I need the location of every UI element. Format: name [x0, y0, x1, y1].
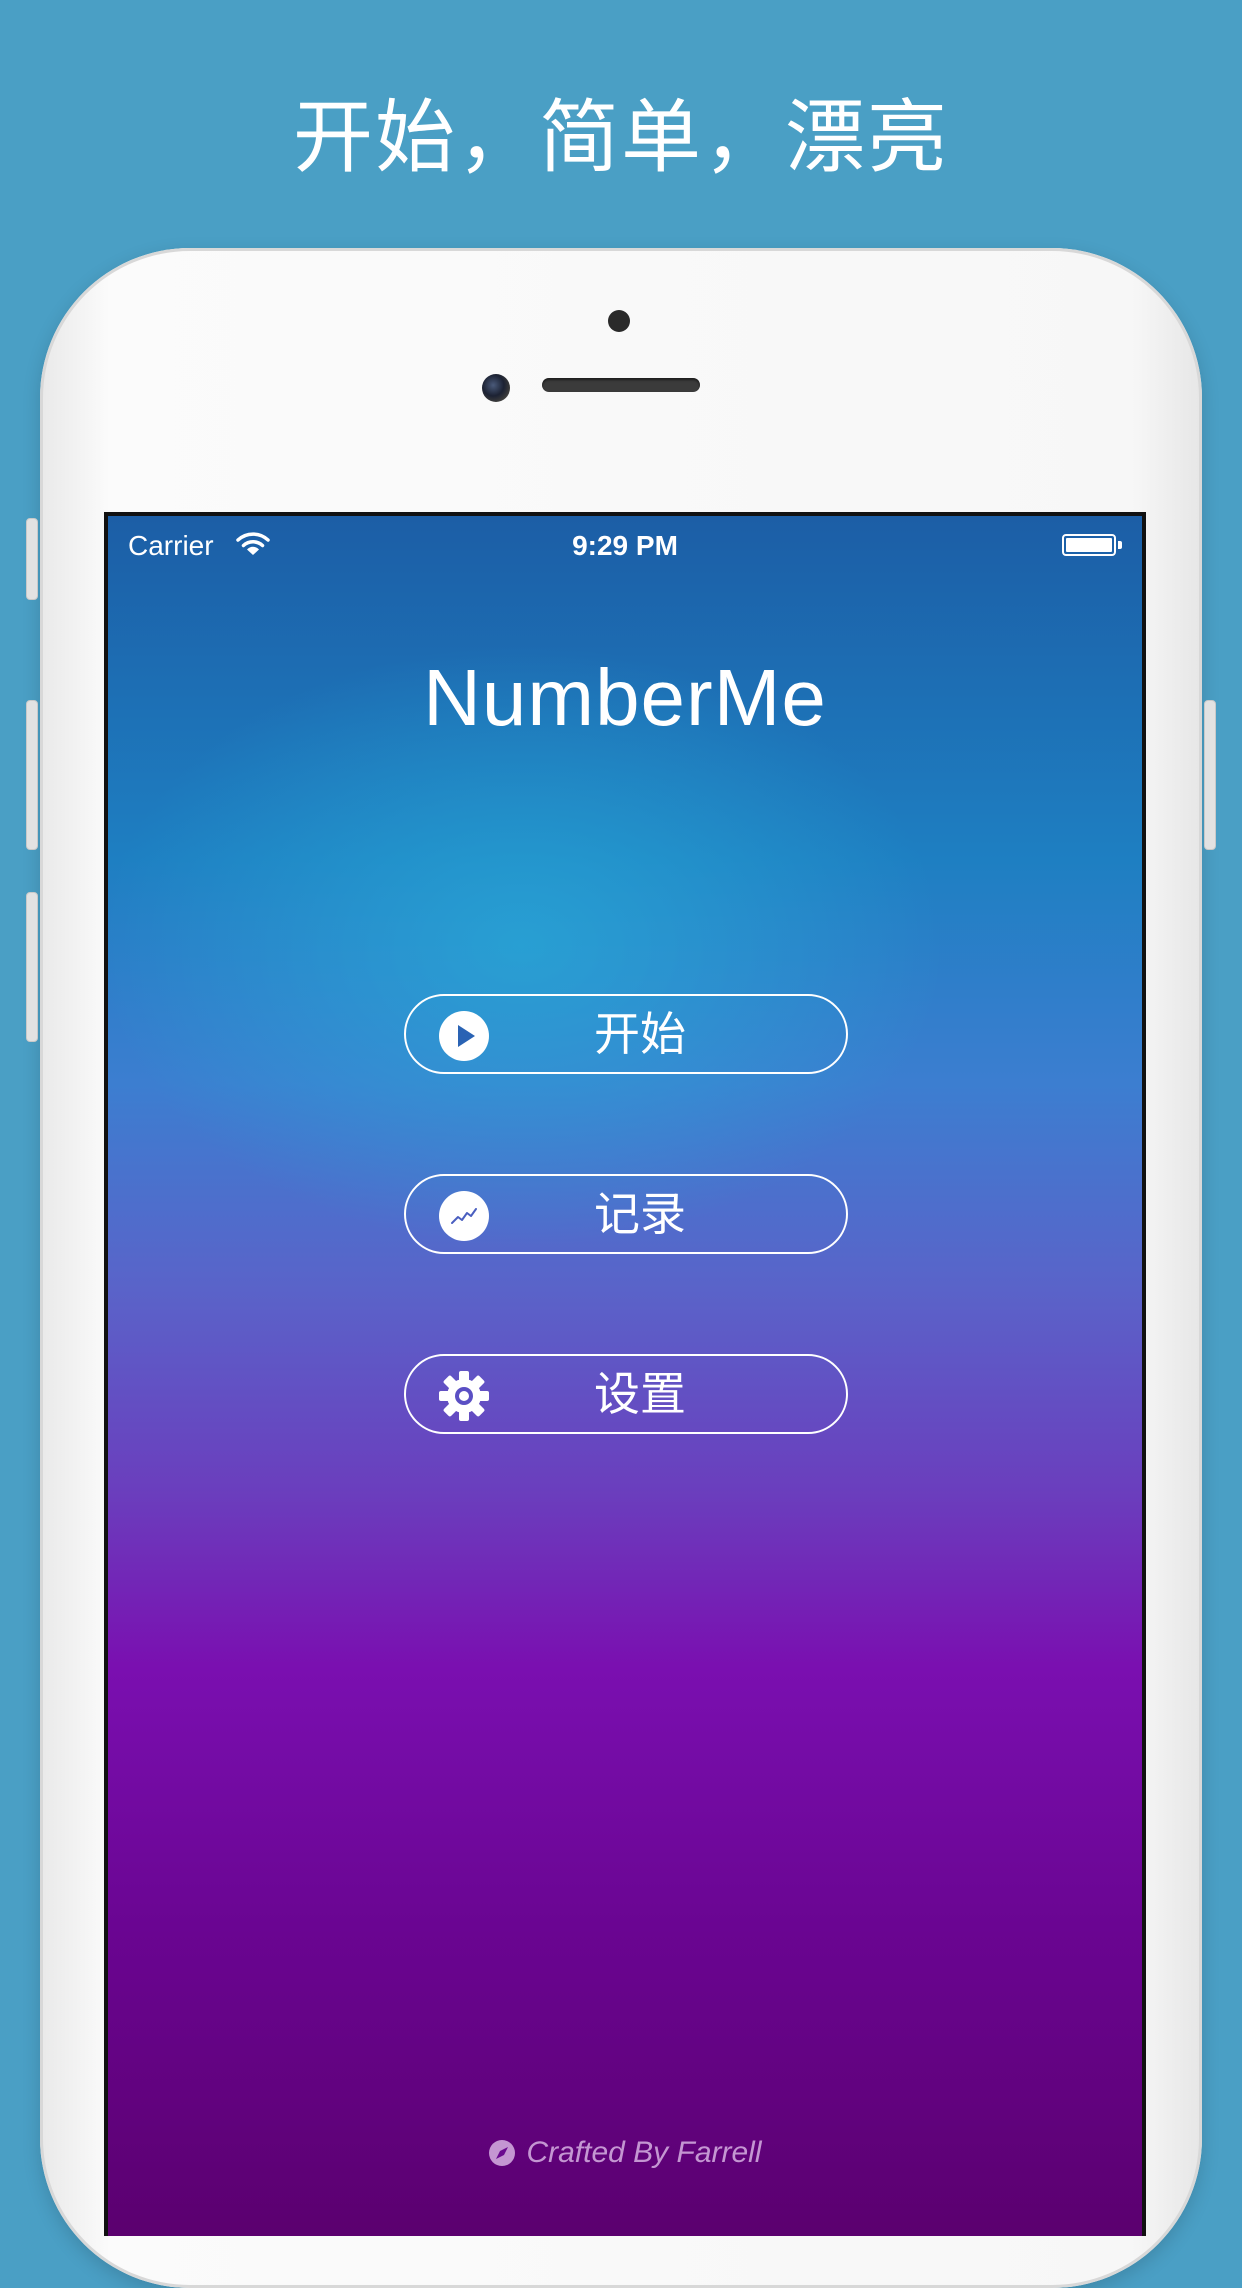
mute-switch: [26, 518, 38, 600]
footer-text: Crafted By Farrell: [526, 2136, 762, 2169]
settings-button-label: 设置: [594, 1367, 686, 1421]
earpiece-speaker: [542, 378, 700, 392]
volume-down-button: [26, 892, 38, 1042]
app-title: NumberMe: [423, 653, 827, 742]
battery-tip: [1118, 541, 1122, 549]
records-button[interactable]: 记录: [404, 1174, 848, 1254]
status-time: 9:29 PM: [572, 530, 678, 561]
promo-headline: 开始，简单，漂亮: [293, 91, 949, 184]
status-bar: Carrier 9:29 PM: [108, 516, 1142, 576]
proximity-sensor: [608, 310, 630, 332]
footer-credit: Crafted By Farrell: [108, 2136, 1142, 2170]
front-camera: [482, 374, 510, 402]
volume-up-button: [26, 700, 38, 850]
records-button-label: 记录: [594, 1187, 686, 1241]
start-button[interactable]: 开始: [404, 994, 848, 1074]
battery-icon: [1062, 534, 1116, 556]
power-button: [1204, 700, 1216, 850]
settings-button[interactable]: 设置: [404, 1354, 848, 1434]
start-button-label: 开始: [594, 1007, 686, 1061]
compass-icon: [489, 2140, 516, 2166]
app-screen: Carrier 9:29 PM NumberMe 开始 记录 设置 Crafte…: [104, 512, 1146, 2236]
